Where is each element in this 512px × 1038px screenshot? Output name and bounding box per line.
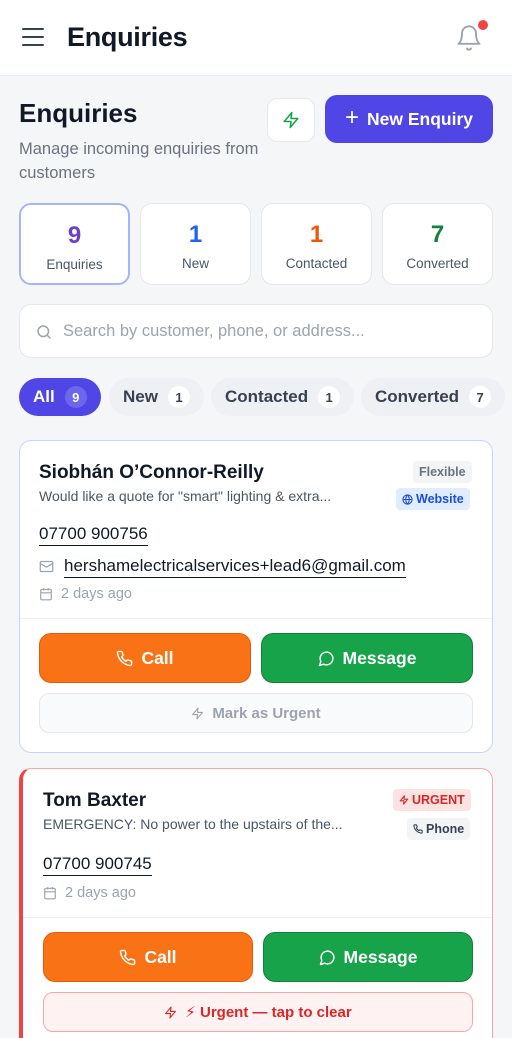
filter-tab-contacted[interactable]: Contacted 1 (211, 378, 355, 416)
filter-label: All (33, 387, 55, 406)
new-enquiry-button[interactable]: + New Enquiry (325, 95, 493, 143)
filter-label: New (123, 387, 158, 406)
call-label: Call (141, 647, 174, 668)
mail-icon (39, 560, 54, 573)
new-enquiry-label: New Enquiry (367, 108, 473, 129)
search-box (19, 304, 493, 358)
filter-label: Contacted (225, 387, 309, 406)
filter-count: 1 (167, 386, 190, 408)
enquiry-card[interactable]: Siobhán O’Connor-Reilly Would like a quo… (19, 440, 493, 753)
date-row: 2 days ago (43, 885, 136, 901)
call-label: Call (144, 946, 177, 967)
call-button[interactable]: Call (43, 932, 253, 982)
top-bar: Enquiries (0, 0, 512, 76)
menu-icon[interactable] (22, 28, 44, 46)
enquiry-description: EMERGENCY: No power to the upstairs of t… (43, 816, 343, 832)
filter-label: Converted (375, 387, 460, 406)
call-button[interactable]: Call (39, 633, 251, 683)
filter-count: 1 (318, 386, 341, 408)
stat-card-enquiries[interactable]: 9 Enquiries (19, 203, 130, 285)
clear-urgent-label: ⚡ Urgent — tap to clear (185, 1004, 352, 1021)
timing-tag: Flexible (413, 461, 472, 483)
stat-card-contacted[interactable]: 1 Contacted (261, 203, 372, 285)
search-icon (37, 325, 51, 339)
urgent-tag: URGENT (393, 789, 471, 811)
mark-urgent-button[interactable]: Mark as Urgent (39, 693, 473, 733)
email-row: hershamelectricalservices+lead6@gmail.co… (39, 555, 406, 578)
bolt-icon (283, 111, 299, 129)
stat-value: 1 (309, 221, 324, 248)
customer-name: Tom Baxter (43, 790, 147, 811)
source-tag-label: Website (416, 492, 464, 506)
date-text: 2 days ago (61, 586, 132, 602)
phone-icon (120, 949, 136, 965)
stat-label: Converted (406, 256, 469, 271)
clear-urgent-button[interactable]: ⚡ Urgent — tap to clear (43, 992, 473, 1032)
filter-tab-converted[interactable]: Converted 7 (361, 378, 506, 416)
stat-value: 7 (430, 221, 445, 248)
plus-icon: + (344, 104, 359, 131)
stat-label: New (181, 256, 209, 271)
filter-tab-new[interactable]: New 1 (109, 378, 204, 416)
bolt-icon (192, 707, 204, 719)
quick-action-button[interactable] (267, 98, 315, 142)
chat-bubble-icon (319, 949, 335, 965)
date-row: 2 days ago (39, 586, 132, 602)
phone-link[interactable]: 07700 900756 (39, 523, 148, 546)
stat-card-converted[interactable]: 7 Converted (382, 203, 493, 285)
message-label: Message (342, 647, 417, 668)
enquiry-card-urgent[interactable]: Tom Baxter EMERGENCY: No power to the up… (19, 768, 493, 1038)
page-subtitle: Manage incoming enquiries from customers (19, 140, 259, 182)
phone-icon (413, 824, 423, 834)
search-input[interactable] (63, 305, 483, 357)
stat-value: 1 (188, 221, 203, 248)
mark-urgent-label: Mark as Urgent (212, 704, 321, 722)
filter-count: 7 (469, 386, 492, 408)
message-button[interactable]: Message (263, 932, 473, 982)
email-link[interactable]: hershamelectricalservices+lead6@gmail.co… (64, 555, 406, 578)
source-tag: Phone (407, 818, 471, 840)
message-label: Message (343, 946, 418, 967)
phone-link[interactable]: 07700 900745 (43, 853, 152, 876)
page-title: Enquiries (19, 98, 138, 128)
stat-value: 9 (67, 222, 82, 249)
date-text: 2 days ago (65, 885, 136, 901)
card-divider (23, 917, 492, 918)
source-tag-label: Phone (426, 822, 465, 836)
stat-label: Contacted (285, 256, 348, 271)
filter-count: 9 (64, 386, 87, 408)
enquiry-description: Would like a quote for "smart" lighting … (39, 488, 332, 504)
customer-name: Siobhán O’Connor-Reilly (39, 462, 264, 483)
app-title: Enquiries (67, 22, 188, 52)
chat-bubble-icon (318, 650, 334, 666)
stat-label: Enquiries (46, 257, 103, 272)
globe-icon (402, 493, 413, 505)
calendar-icon (40, 588, 52, 601)
message-button[interactable]: Message (261, 633, 473, 683)
bolt-icon (399, 795, 409, 805)
source-tag: Website (396, 488, 470, 510)
notification-dot (478, 20, 488, 30)
card-divider (20, 618, 492, 619)
phone-icon (117, 650, 133, 666)
bolt-icon (165, 1006, 177, 1018)
stat-card-new[interactable]: 1 New (140, 203, 251, 285)
urgent-tag-label: URGENT (412, 793, 465, 807)
calendar-icon (44, 887, 56, 900)
filter-tab-all[interactable]: All 9 (19, 378, 101, 416)
